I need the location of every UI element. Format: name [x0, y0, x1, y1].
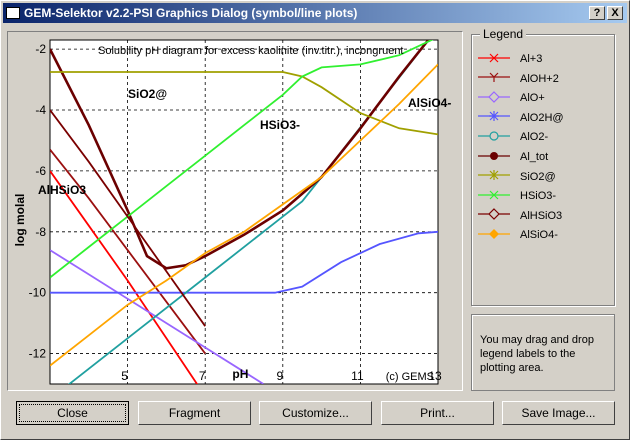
- x-tick-label: 9: [276, 369, 283, 383]
- legend-marker-icon: [478, 207, 520, 224]
- fragment-button[interactable]: Fragment: [138, 401, 251, 425]
- legend-item-label: AlO+: [520, 92, 545, 105]
- close-button[interactable]: Close: [16, 401, 129, 425]
- legend-item[interactable]: Al_tot: [478, 148, 608, 166]
- y-tick-label: -12: [29, 347, 47, 361]
- legend-item-label: AlOH+2: [520, 72, 559, 85]
- legend-item[interactable]: AlOH+2: [478, 70, 608, 88]
- plot-background: [49, 39, 439, 385]
- customize-button[interactable]: Customize...: [259, 401, 372, 425]
- y-tick-label: -6: [35, 164, 46, 178]
- legend-item-label: Al+3: [520, 53, 543, 65]
- close-window-button[interactable]: X: [607, 6, 623, 20]
- title-bar: GEM-Selektor v2.2-PSI Graphics Dialog (s…: [3, 3, 627, 23]
- legend-item-label: AlO2H@: [520, 111, 564, 124]
- y-tick-label: -8: [35, 225, 46, 239]
- app-icon: [6, 7, 20, 19]
- legend-marker-icon: [478, 109, 520, 126]
- legend-marker-icon: [478, 149, 520, 166]
- y-tick-label: -4: [35, 103, 46, 117]
- legend-item[interactable]: AlO2-: [478, 128, 608, 146]
- legend-item[interactable]: AlSiO4-: [478, 226, 608, 244]
- print-button[interactable]: Print...: [381, 401, 494, 425]
- x-tick-label: 7: [199, 369, 206, 383]
- legend-box: Legend Al+3 AlOH+2 AlO+ AlO2H@ AlO2- Al_tot Si…: [471, 27, 615, 306]
- y-tick-label: -10: [29, 286, 47, 300]
- plot-annotation[interactable]: HSiO3-: [260, 118, 300, 132]
- window-title: GEM-Selektor v2.2-PSI Graphics Dialog (s…: [24, 6, 358, 20]
- legend-item-label: SiO2@: [520, 170, 556, 183]
- x-tick-label: 11: [351, 369, 364, 383]
- legend-item[interactable]: AlHSiO3: [478, 207, 608, 225]
- plot-annotation[interactable]: AlHSiO3: [38, 183, 86, 197]
- legend-item-label: Al_tot: [520, 151, 549, 163]
- legend-item[interactable]: HSiO3-: [478, 187, 608, 205]
- legend-item-label: AlSiO4-: [520, 229, 558, 242]
- legend-item[interactable]: AlO2H@: [478, 109, 608, 127]
- legend-item-label: HSiO3-: [520, 190, 557, 203]
- legend-marker-icon: [478, 188, 520, 205]
- y-tick-label: -2: [35, 42, 46, 56]
- plot-panel: 5 7 9 11 13 -2 -4 -6 -8 -10 -12 Solubility pH diagr…: [7, 31, 463, 391]
- legend-item[interactable]: Al+3: [478, 50, 608, 68]
- legend-marker-icon: [478, 51, 520, 68]
- graphics-dialog-window: GEM-Selektor v2.2-PSI Graphics Dialog (s…: [0, 0, 630, 440]
- y-axis-label: log molal: [13, 194, 27, 247]
- legend-item-label: AlHSiO3: [520, 209, 563, 222]
- legend-item[interactable]: SiO2@: [478, 168, 608, 186]
- legend-marker-icon: [478, 227, 520, 244]
- legend-marker-icon: [478, 90, 520, 107]
- info-text: You may drag and drop legend labels to t…: [471, 314, 615, 391]
- legend-title: Legend: [480, 27, 527, 41]
- plot-area[interactable]: 5 7 9 11 13-2-4-6-8-10-12Solubility pH diagr…: [8, 32, 462, 390]
- x-axis-label: pH: [232, 367, 248, 381]
- help-button[interactable]: ?: [589, 6, 605, 20]
- plot-annotation[interactable]: SiO2@: [128, 87, 167, 101]
- legend-marker-icon: [478, 129, 520, 146]
- plot-title: Solubility pH diagram for excess kaolini…: [98, 45, 404, 57]
- plot-annotation[interactable]: AlSiO4-: [408, 96, 451, 110]
- x-tick-label: 5: [121, 369, 128, 383]
- legend-item[interactable]: AlO+: [478, 89, 608, 107]
- legend-marker-icon: [478, 168, 520, 185]
- copyright-label: (c) GEMS: [386, 371, 434, 383]
- legend-item-label: AlO2-: [520, 131, 549, 144]
- legend-marker-icon: [478, 70, 520, 87]
- save-image-button[interactable]: Save Image...: [502, 401, 615, 425]
